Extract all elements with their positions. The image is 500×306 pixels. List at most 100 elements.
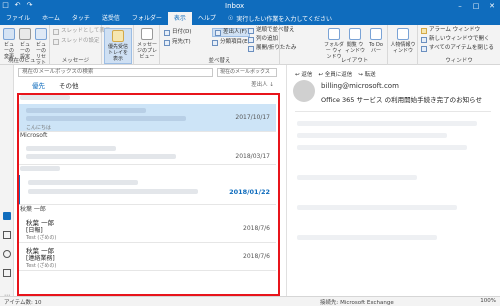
- undo-icon[interactable]: ↶: [14, 1, 21, 9]
- group-header[interactable]: [18, 95, 276, 103]
- category-icon: [212, 39, 218, 46]
- mail-icon[interactable]: [3, 212, 11, 220]
- list-item[interactable]: 秋葉 一郎 [連絡業務] Test (ざめの) 2018/7/6: [18, 243, 276, 271]
- tab-other[interactable]: その他: [59, 80, 79, 90]
- expand-collapse-button[interactable]: 展開/折りたたみ: [248, 45, 296, 52]
- close-items-icon: [421, 45, 427, 52]
- group-message: スレッドとして表示 スレッドの設定 メッセージ: [50, 25, 110, 65]
- minimize-button[interactable]: –: [452, 0, 468, 12]
- reset-icon: [35, 28, 47, 40]
- blurred-sender: [28, 180, 138, 185]
- group-label: ウィンドウ: [445, 58, 473, 64]
- tab-view[interactable]: 表示: [167, 12, 192, 25]
- arrange-to-button[interactable]: 宛先(T): [164, 39, 191, 46]
- bell-icon: [421, 27, 427, 34]
- people-icon: [397, 28, 409, 40]
- group-focused-inbox: 優先受信トレイを表示: [102, 25, 134, 65]
- conversation-settings-button[interactable]: スレッドの設定: [53, 38, 100, 45]
- search-scope-dropdown[interactable]: 現在のメールボックス: [217, 68, 277, 77]
- group-current-view: ビューの変更 ビューの設定 ビューのリセット 現在のビュー: [0, 25, 50, 66]
- save-icon[interactable]: □: [2, 1, 9, 9]
- list-item[interactable]: 秋葉 一郎 [日報] Test (ざめの) 2018/7/6: [18, 215, 276, 243]
- navigation-bar: [0, 65, 14, 296]
- blurred-subject: [26, 154, 176, 159]
- group-header[interactable]: [18, 166, 276, 174]
- group-label: 並べ替え: [208, 58, 231, 64]
- people-pane-button[interactable]: 人物情報ウィンドウ: [390, 28, 416, 54]
- group-header-akiba[interactable]: 秋葉 一郎: [18, 206, 276, 214]
- message-preview: Test (ざめの): [26, 235, 57, 241]
- status-bar: アイテム数: 10 接続先: Microsoft Exchange 100%: [0, 296, 500, 306]
- calendar-icon[interactable]: [3, 231, 11, 239]
- message-date: 2017/10/17: [235, 114, 270, 121]
- people-icon[interactable]: [3, 250, 11, 258]
- blurred-sender: [26, 108, 146, 113]
- divider: [295, 111, 491, 112]
- window-controls: – □ ✕: [452, 0, 500, 12]
- reading-pane: ↩ 返信 ↩ 全員に返信 ↪ 転送 billing@microsoft.com …: [286, 65, 500, 296]
- reminders-window-button[interactable]: アラーム ウィンドウ: [421, 27, 480, 34]
- tell-me-box[interactable]: ☉ 実行したい作業を入力してください: [228, 14, 332, 23]
- group-preview: メッセージのプレビュー: [134, 25, 160, 65]
- sort-by-label[interactable]: 差出人 ↓: [251, 80, 274, 88]
- group-people-pane: 人物情報ウィンドウ: [388, 25, 418, 65]
- tab-help[interactable]: ヘルプ: [192, 12, 222, 25]
- list-item[interactable]: 2018/01/22: [18, 175, 276, 205]
- close-button[interactable]: ✕: [484, 0, 500, 12]
- forward-button[interactable]: ↪ 転送: [358, 70, 375, 78]
- item-count: アイテム数: 10: [4, 300, 42, 306]
- tab-send-receive[interactable]: 送受信: [96, 12, 126, 25]
- message-subject: [連絡業務]: [26, 255, 55, 262]
- message-date: 2018/7/6: [243, 225, 270, 232]
- maximize-button[interactable]: □: [468, 0, 484, 12]
- show-focused-inbox-button[interactable]: 優先受信トレイを表示: [104, 28, 132, 64]
- message-preview-button[interactable]: メッセージのプレビュー: [136, 28, 158, 60]
- expand-icon: [248, 45, 254, 52]
- blurred-subject: [26, 116, 186, 121]
- message-date: 2018/01/22: [229, 188, 270, 196]
- quick-access-toolbar: □ ↶ ↷: [2, 1, 33, 9]
- group-arrangement: 日付(D) 差出人(F) 宛先(T) 分類項目(E) 逆順で並べ替え 列の追加 …: [160, 25, 296, 65]
- tab-folder[interactable]: フォルダー: [126, 12, 168, 25]
- gear-icon: [53, 38, 59, 45]
- tab-home[interactable]: ホーム: [36, 12, 66, 25]
- list-item[interactable]: 2017/10/17 こんにちは: [18, 104, 276, 132]
- message-list-pane: 現在のメールボックスの検索 現在のメールボックス 優先 その他 差出人 ↓ 20…: [14, 65, 282, 296]
- tab-file[interactable]: ファイル: [0, 12, 36, 25]
- checkbox-icon: [53, 28, 59, 35]
- group-label: メッセージ: [61, 58, 90, 64]
- arrange-category-button[interactable]: 分類項目(E): [212, 39, 250, 46]
- reply-button[interactable]: ↩ 返信: [295, 70, 312, 78]
- open-new-window-button[interactable]: 新しいウィンドウで開く: [421, 36, 490, 43]
- add-columns-button[interactable]: 列の追加: [248, 36, 278, 43]
- blurred-body-line: [297, 145, 467, 150]
- message-preview: こんにちは: [26, 125, 52, 131]
- reverse-sort-button[interactable]: 逆順で並べ替え: [248, 27, 295, 34]
- tab-focused[interactable]: 優先: [32, 80, 45, 90]
- arrange-date-button[interactable]: 日付(D): [164, 29, 192, 36]
- search-input[interactable]: 現在のメールボックスの検索: [18, 68, 213, 77]
- message-date: 2018/7/6: [243, 253, 270, 260]
- close-all-items-button[interactable]: すべてのアイテムを閉じる: [421, 45, 494, 52]
- group-header-microsoft[interactable]: Microsoft: [18, 132, 276, 140]
- group-label: 現在のビュー: [7, 58, 41, 64]
- redo-icon[interactable]: ↷: [26, 1, 33, 9]
- columns-icon: [248, 36, 254, 43]
- ribbon: ビューの変更 ビューの設定 ビューのリセット 現在のビュー スレッドとして表示 …: [0, 25, 500, 66]
- reading-pane-button[interactable]: 閲覧 ウィンドウ: [345, 28, 365, 54]
- blurred-body-line: [297, 121, 477, 126]
- group-layout: フォルダー ウィンドウ 閲覧 ウィンドウ To Do バー レイアウト: [322, 25, 388, 65]
- todo-bar-button[interactable]: To Do バー: [366, 28, 386, 54]
- focused-other-filter: 優先 その他: [32, 80, 79, 90]
- zoom-level[interactable]: 100%: [480, 298, 496, 304]
- recipient-icon: [164, 39, 170, 46]
- group-label: レイアウト: [340, 58, 369, 64]
- sender-address: billing@microsoft.com: [321, 82, 399, 90]
- tasks-icon[interactable]: [3, 269, 11, 277]
- arrange-from-button[interactable]: 差出人(F): [212, 28, 250, 37]
- tab-touch[interactable]: タッチ: [66, 12, 96, 25]
- reply-toolbar: ↩ 返信 ↩ 全員に返信 ↪ 転送: [295, 70, 376, 78]
- list-item[interactable]: 2018/03/17: [18, 141, 276, 165]
- reply-all-button[interactable]: ↩ 全員に返信: [318, 70, 352, 78]
- lightbulb-icon: ☉: [227, 15, 234, 22]
